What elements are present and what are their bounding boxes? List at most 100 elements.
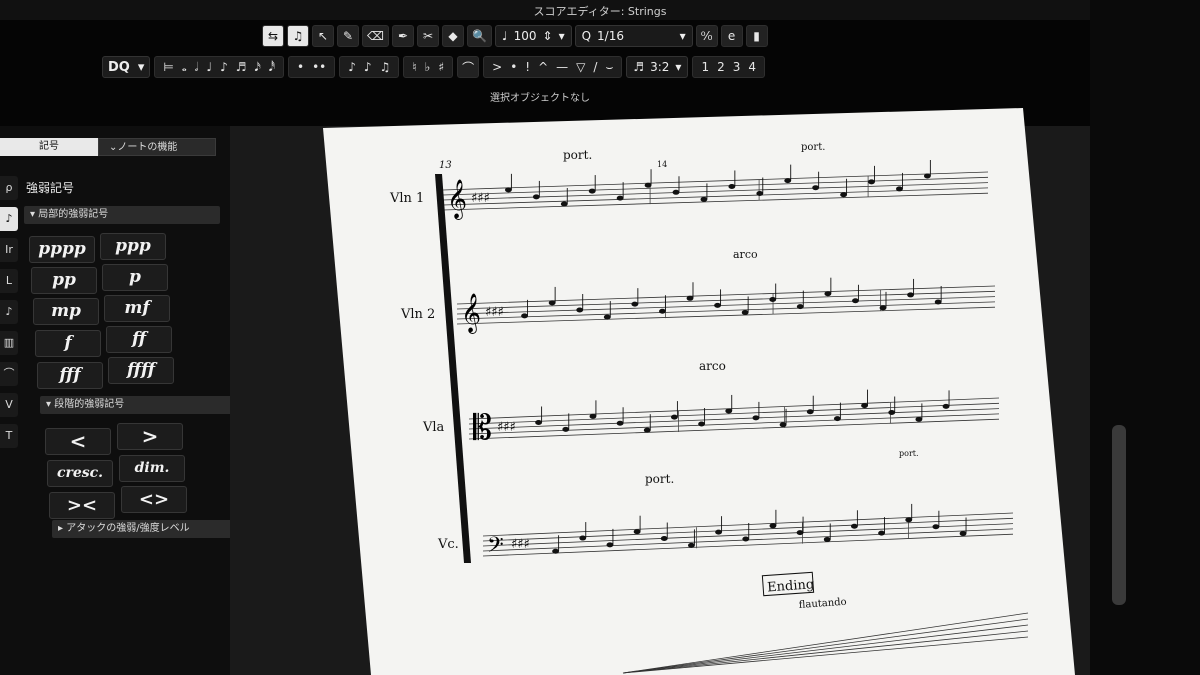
category-5-icon[interactable]: ♪ xyxy=(0,300,18,324)
dynamic-ppp-button[interactable]: ppp xyxy=(100,233,166,260)
quantize-select[interactable]: Q 1/16 ▾ xyxy=(574,25,693,47)
category-7-icon[interactable]: ⌒ xyxy=(0,362,18,386)
eighth-note-icon[interactable]: ♪ xyxy=(216,60,232,74)
notehead[interactable] xyxy=(521,313,528,319)
dynamic-ffff-button[interactable]: ffff xyxy=(108,357,174,384)
notehead[interactable] xyxy=(659,308,666,314)
notehead[interactable] xyxy=(934,299,942,305)
sixteenth-note-icon[interactable]: ♬ xyxy=(232,60,251,74)
accent-icon[interactable]: > xyxy=(488,60,506,74)
velocity-field[interactable]: ♩ 100 ⇕ ▾ xyxy=(494,25,572,47)
level-meter-icon[interactable]: ▮ xyxy=(745,25,768,47)
sixty-fourth-note-icon[interactable]: 𝅘𝅥𝅰 xyxy=(265,60,279,75)
flat-icon[interactable]: ♭ xyxy=(421,60,435,74)
notehead[interactable] xyxy=(588,188,596,194)
cresc-dim-hairpin-button[interactable]: <> xyxy=(121,486,187,513)
category-6-icon[interactable]: ▥ xyxy=(0,331,18,355)
notehead[interactable] xyxy=(700,196,708,202)
glue-tool-icon[interactable]: ◆ xyxy=(441,25,464,47)
notehead[interactable] xyxy=(878,530,885,536)
dot-icon[interactable]: • xyxy=(293,60,308,74)
select-tool-icon[interactable]: ↖ xyxy=(312,25,334,47)
tenuto-icon[interactable]: — xyxy=(552,60,572,74)
notehead[interactable] xyxy=(672,189,680,195)
marcato-icon[interactable]: ^ xyxy=(534,60,552,74)
notehead[interactable] xyxy=(796,530,804,536)
score-page[interactable]: 𝄞 ♯♯♯ 𝄞 ♯♯♯ 𝄡 ♯♯♯ 𝄢 ♯♯♯ Vln 1 Vln 2 Vla Vc. 13 … xyxy=(323,108,1075,675)
triplet-pair-icon[interactable]: ♫ xyxy=(376,60,395,74)
notehead[interactable] xyxy=(833,416,841,422)
notehead[interactable] xyxy=(714,302,721,308)
notehead[interactable] xyxy=(769,523,777,529)
percent-icon[interactable]: ⁰⁄₀ xyxy=(695,25,718,47)
staccato-icon[interactable]: • xyxy=(506,60,521,74)
pen-tool-icon[interactable]: ✒ xyxy=(391,25,414,47)
notehead[interactable] xyxy=(942,403,950,409)
up-bow-icon[interactable]: / xyxy=(589,60,601,74)
notehead[interactable] xyxy=(606,542,614,548)
tie-icon[interactable]: ⌒ xyxy=(457,56,480,78)
notehead[interactable] xyxy=(923,173,931,179)
notehead[interactable] xyxy=(660,536,668,542)
notehead[interactable] xyxy=(562,426,570,432)
notehead[interactable] xyxy=(769,297,777,303)
notehead[interactable] xyxy=(742,536,750,542)
dynamic-p-button[interactable]: p xyxy=(102,264,168,291)
notehead[interactable] xyxy=(959,531,967,537)
notehead[interactable] xyxy=(715,529,722,535)
staccatissimo-icon[interactable]: ! xyxy=(521,60,534,74)
down-bow-icon[interactable]: ▽ xyxy=(572,60,589,74)
category-4-icon[interactable]: L xyxy=(0,269,18,293)
triplet-eighth-icon[interactable]: ♪ xyxy=(344,60,360,74)
voice-1-button[interactable]: 1 xyxy=(697,60,713,74)
eraser-tool-icon[interactable]: ⌫ xyxy=(362,25,389,47)
notehead[interactable] xyxy=(616,195,624,201)
notehead[interactable] xyxy=(868,179,875,185)
notehead[interactable] xyxy=(806,409,814,415)
diminuendo-hairpin-button[interactable]: > xyxy=(117,423,183,450)
category-9-icon[interactable]: T xyxy=(0,424,18,448)
zoom-tool-icon[interactable]: 🔍 xyxy=(466,25,492,47)
notehead[interactable] xyxy=(535,419,542,425)
notehead[interactable] xyxy=(905,517,913,523)
notehead[interactable] xyxy=(603,314,611,320)
notehead[interactable] xyxy=(861,403,868,409)
notehead[interactable] xyxy=(688,542,695,548)
triplet-quarter-icon[interactable]: ♪ xyxy=(360,60,376,74)
dynamic-pp-button[interactable]: pp xyxy=(31,267,97,294)
info-line-toggle-icon[interactable]: ⇆ xyxy=(262,25,284,47)
voice-4-button[interactable]: 4 xyxy=(744,60,760,74)
dynamic-mf-button[interactable]: mf xyxy=(104,295,170,322)
display-quantize-select[interactable]: DQ ▾ xyxy=(102,56,151,78)
notehead[interactable] xyxy=(576,307,584,313)
notehead[interactable] xyxy=(671,414,678,420)
dim-text-button[interactable]: dim. xyxy=(119,455,185,482)
dynamic-pppp-button[interactable]: pppp xyxy=(29,236,95,263)
notehead[interactable] xyxy=(616,420,624,426)
notehead[interactable] xyxy=(850,523,858,529)
score-svg[interactable]: 𝄞 ♯♯♯𝄞 ♯♯♯𝄡 ♯♯♯𝄢 ♯♯♯ Vln 1 Vln 2 Vla Vc. 13 … xyxy=(323,108,1075,675)
category-8-icon[interactable]: V xyxy=(0,393,18,417)
notehead[interactable] xyxy=(824,291,832,297)
quantize-preset-icon[interactable]: e xyxy=(720,25,743,47)
dynamic-fff-button[interactable]: fff xyxy=(37,362,103,389)
notehead[interactable] xyxy=(728,183,736,189)
zoom-slider[interactable] xyxy=(1112,425,1126,605)
natural-icon[interactable]: ♮ xyxy=(408,60,420,74)
section-gradual-dynamics[interactable]: ▾ 段階的強弱記号 xyxy=(40,396,236,414)
crescendo-hairpin-button[interactable]: < xyxy=(45,428,111,455)
notehead[interactable] xyxy=(589,413,597,419)
notehead[interactable] xyxy=(932,524,940,530)
notehead[interactable] xyxy=(548,300,556,306)
notehead[interactable] xyxy=(823,536,831,542)
notehead[interactable] xyxy=(840,192,847,198)
notehead[interactable] xyxy=(779,422,787,428)
notehead[interactable] xyxy=(644,182,652,188)
double-whole-note-icon[interactable]: ⊨ xyxy=(159,60,177,74)
notehead[interactable] xyxy=(698,421,705,427)
notehead[interactable] xyxy=(633,529,641,535)
voice-3-button[interactable]: 3 xyxy=(729,60,745,74)
category-1-icon[interactable]: ρ xyxy=(0,176,18,200)
category-3-icon[interactable]: Ir xyxy=(0,238,18,262)
section-attack-dynamics[interactable]: ▸ アタックの強弱/強度レベル xyxy=(52,520,248,538)
